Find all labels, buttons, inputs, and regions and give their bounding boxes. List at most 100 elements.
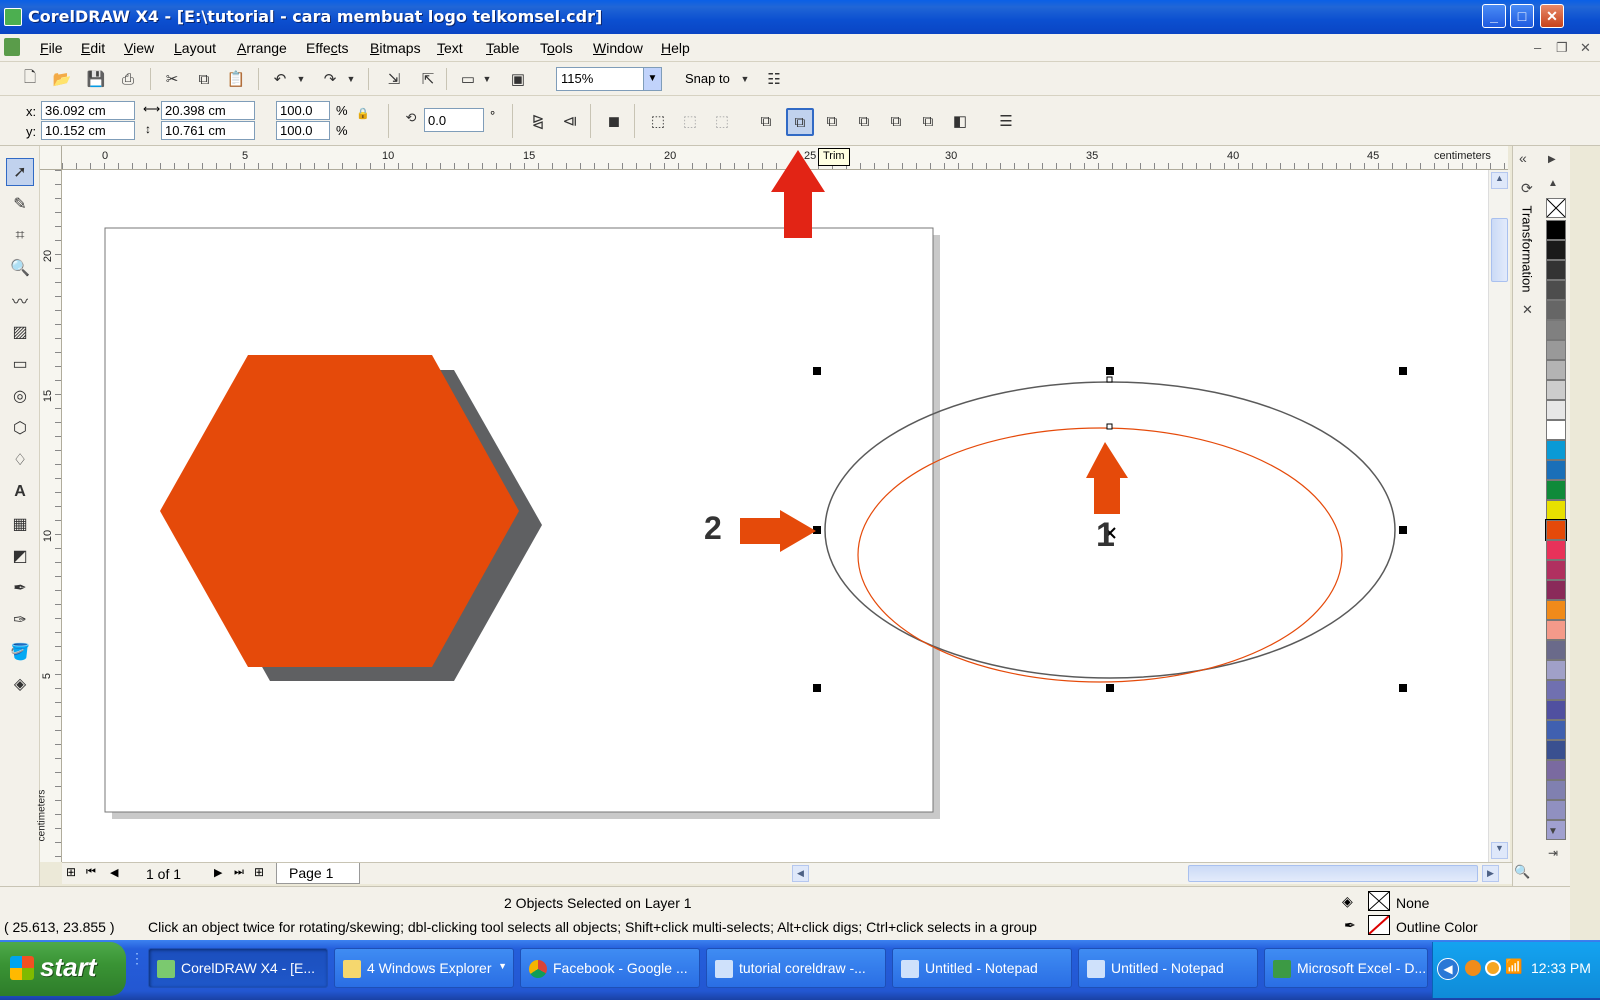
height-field[interactable]: 10.761 cm xyxy=(161,121,255,140)
color-swatch[interactable] xyxy=(1546,420,1566,440)
group-icon[interactable]: ⬚ xyxy=(646,109,670,133)
menu-table[interactable]: Table xyxy=(486,40,519,56)
cut-icon[interactable]: ✂ xyxy=(160,67,184,91)
horizontal-scrollbar[interactable]: ◀ ▶ xyxy=(790,862,1512,884)
save-icon[interactable]: 💾 xyxy=(84,67,108,91)
scroll-right-icon[interactable]: ▶ xyxy=(1482,865,1499,882)
doc-restore-button[interactable]: ❐ xyxy=(1556,40,1568,56)
palette-flyout-icon[interactable]: ⇥ xyxy=(1548,846,1558,860)
scale-width-field[interactable]: 100.0 xyxy=(276,101,330,120)
task-excel[interactable]: Microsoft Excel - D... xyxy=(1264,948,1428,988)
rotation-field[interactable]: 0.0 xyxy=(424,108,484,132)
front-minus-back-icon[interactable]: ⧉ xyxy=(884,109,908,133)
color-swatch[interactable] xyxy=(1546,340,1566,360)
scroll-left-icon[interactable]: ◀ xyxy=(792,865,809,882)
basic-shapes-tool-icon[interactable]: ♢ xyxy=(6,446,34,474)
color-swatch[interactable] xyxy=(1546,400,1566,420)
palette-up-icon[interactable]: ▲ xyxy=(1548,178,1558,189)
menu-window[interactable]: Window xyxy=(593,40,643,56)
color-swatch[interactable] xyxy=(1546,720,1566,740)
copy-icon[interactable]: ⧉ xyxy=(192,67,216,91)
docker-tab-transformation[interactable]: Transformation xyxy=(1520,206,1535,294)
doc-close-button[interactable]: ✕ xyxy=(1580,40,1591,56)
options-icon[interactable]: ☷ xyxy=(762,67,786,91)
color-swatch[interactable] xyxy=(1546,500,1566,520)
color-swatch[interactable] xyxy=(1546,240,1566,260)
order-icon[interactable]: ◼ xyxy=(602,109,626,133)
next-page-icon[interactable]: ▶ xyxy=(214,866,222,879)
color-swatch[interactable] xyxy=(1546,380,1566,400)
fill-swatch[interactable] xyxy=(1368,891,1390,911)
color-swatch[interactable] xyxy=(1546,740,1566,760)
mirror-vertical-icon[interactable]: ⧏ xyxy=(558,109,582,133)
paste-icon[interactable]: 📋 xyxy=(224,67,248,91)
menu-arrange[interactable]: Arrange xyxy=(237,40,287,56)
color-swatch[interactable] xyxy=(1546,360,1566,380)
menu-help[interactable]: Help xyxy=(661,40,690,56)
color-swatch[interactable] xyxy=(1546,260,1566,280)
color-swatch[interactable] xyxy=(1546,540,1566,560)
color-swatch[interactable] xyxy=(1546,480,1566,500)
trim-icon[interactable]: ⧉ xyxy=(786,108,814,136)
welcome-screen-icon[interactable]: ▣ xyxy=(506,67,530,91)
redo-icon[interactable]: ↷ xyxy=(318,67,342,91)
tray-app-icon[interactable] xyxy=(1485,960,1501,976)
eyedropper-tool-icon[interactable]: ✒ xyxy=(6,574,34,602)
mirror-horizontal-icon[interactable]: ⧎ xyxy=(526,109,550,133)
page-tab[interactable]: Page 1 xyxy=(276,863,360,884)
scroll-thumb[interactable] xyxy=(1188,865,1478,882)
insert-page-before-icon[interactable]: ⊞ xyxy=(66,865,76,879)
color-swatch[interactable] xyxy=(1546,660,1566,680)
ungroup-icon[interactable]: ⬚ xyxy=(678,109,702,133)
undo-dropdown-icon[interactable]: ▼ xyxy=(294,67,308,91)
color-swatch[interactable] xyxy=(1546,600,1566,620)
vertical-scrollbar[interactable]: ▲ ▼ xyxy=(1488,170,1510,862)
back-minus-front-icon[interactable]: ⧉ xyxy=(916,109,940,133)
export-icon[interactable]: ⇱ xyxy=(416,67,440,91)
scroll-down-icon[interactable]: ▼ xyxy=(1491,842,1508,859)
ruler-origin[interactable] xyxy=(40,146,62,170)
launcher-dropdown-icon[interactable]: ▼ xyxy=(480,67,494,91)
color-swatch[interactable] xyxy=(1546,560,1566,580)
start-button[interactable]: start xyxy=(0,942,126,996)
menu-text[interactable]: Text xyxy=(437,40,463,56)
navigator-icon[interactable]: 🔍 xyxy=(1514,864,1530,880)
network-icon[interactable]: 📶 xyxy=(1505,958,1522,975)
close-button[interactable]: ✕ xyxy=(1540,4,1564,28)
task-tutorial-coreldraw[interactable]: tutorial coreldraw -... xyxy=(706,948,886,988)
no-color-swatch[interactable] xyxy=(1546,198,1566,218)
maximize-button[interactable]: □ xyxy=(1510,4,1534,28)
scroll-up-icon[interactable]: ▲ xyxy=(1491,172,1508,189)
task-chrome-facebook[interactable]: Facebook - Google ... xyxy=(520,948,700,988)
color-swatch[interactable] xyxy=(1546,760,1566,780)
interactive-fill-tool-icon[interactable]: ◈ xyxy=(6,670,34,698)
ellipse-tool-icon[interactable]: ◎ xyxy=(6,382,34,410)
import-icon[interactable]: ⇲ xyxy=(382,67,406,91)
color-swatch[interactable] xyxy=(1546,700,1566,720)
palette-down-icon[interactable]: ▼ xyxy=(1548,826,1558,837)
insert-page-after-icon[interactable]: ⊞ xyxy=(254,865,264,879)
outline-swatch[interactable] xyxy=(1368,915,1390,935)
color-swatch[interactable] xyxy=(1546,580,1566,600)
show-hidden-icons-icon[interactable]: ◀ xyxy=(1437,958,1459,980)
crop-tool-icon[interactable]: ⌗ xyxy=(6,222,34,250)
color-swatch[interactable] xyxy=(1546,780,1566,800)
previous-page-icon[interactable]: ◀ xyxy=(110,866,118,879)
color-swatch[interactable] xyxy=(1546,300,1566,320)
zoom-tool-icon[interactable]: 🔍 xyxy=(6,254,34,282)
simplify-icon[interactable]: ⧉ xyxy=(852,109,876,133)
snap-to-label[interactable]: Snap to xyxy=(685,71,730,86)
application-launcher-icon[interactable]: ▭ xyxy=(456,67,480,91)
y-position-field[interactable]: 10.152 cm xyxy=(41,121,135,140)
print-icon[interactable]: ⎙ xyxy=(116,67,140,91)
menu-effects[interactable]: Effects xyxy=(306,40,349,56)
color-swatch[interactable] xyxy=(1546,800,1566,820)
interactive-blend-tool-icon[interactable]: ◩ xyxy=(6,542,34,570)
open-icon[interactable]: 📂 xyxy=(50,67,74,91)
color-swatch[interactable] xyxy=(1546,640,1566,660)
width-field[interactable]: 20.398 cm xyxy=(161,101,255,120)
first-page-icon[interactable]: ⏮ xyxy=(86,866,96,879)
smart-fill-tool-icon[interactable]: ▨ xyxy=(6,318,34,346)
color-swatch[interactable] xyxy=(1546,460,1566,480)
table-tool-icon[interactable]: ▦ xyxy=(6,510,34,538)
